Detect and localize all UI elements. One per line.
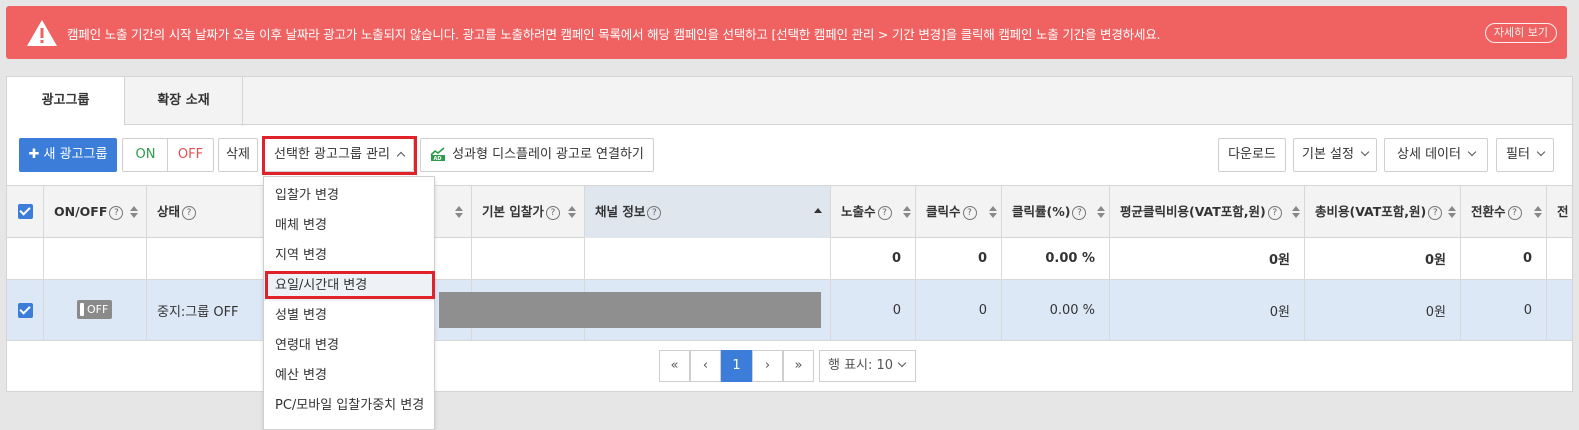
- page-1-button[interactable]: 1: [721, 350, 752, 382]
- chevron-down-icon: [1536, 147, 1546, 157]
- help-icon[interactable]: ?: [182, 205, 197, 220]
- manage-selected-button[interactable]: 선택한 광고그룹 관리: [264, 138, 414, 172]
- help-icon[interactable]: ?: [962, 205, 977, 220]
- menu-item-device-weight[interactable]: PC/모바일 입찰가중치 변경: [264, 391, 434, 421]
- help-icon[interactable]: ?: [1428, 205, 1443, 220]
- col-avg-cpc[interactable]: 평균클릭비용(VAT포함,원)?: [1110, 186, 1305, 238]
- ad-group-panel: 광고그룹 확장 소재 ✚ 새 광고그룹 ON OFF 삭제 선택한 광고그룹 관리…: [6, 76, 1573, 392]
- row-onoff-toggle[interactable]: OFF: [77, 300, 112, 319]
- col-next[interactable]: 전: [1547, 186, 1577, 238]
- col-onoff[interactable]: ON/OFF?: [44, 186, 147, 238]
- filter-dropdown[interactable]: 필터: [1496, 138, 1554, 172]
- help-icon[interactable]: ?: [1507, 205, 1522, 220]
- last-page-button[interactable]: »: [783, 350, 814, 382]
- summary-total-cost: 0원: [1305, 238, 1461, 279]
- row-avg-cpc: 0원: [1110, 280, 1305, 340]
- warning-icon: [27, 20, 57, 46]
- select-all-checkbox[interactable]: [18, 204, 33, 219]
- table-header: ON/OFF? 상태? 기본 입찰가? 채널 정보? 노출수? 클릭수? 클릭률…: [7, 185, 1572, 238]
- summary-row: 0 0 0.00 % 0원 0원 0: [7, 238, 1572, 280]
- col-base-bid[interactable]: 기본 입찰가?: [472, 186, 585, 238]
- menu-item-bid[interactable]: 입찰가 변경: [264, 181, 434, 211]
- sort-asc-icon: [814, 208, 822, 213]
- help-icon[interactable]: ?: [109, 205, 124, 220]
- sort-icon: [130, 206, 138, 218]
- col-ctr[interactable]: 클릭률(%)?: [1002, 186, 1110, 238]
- chevron-down-icon: [1360, 147, 1370, 157]
- col-conversions[interactable]: 전환수?: [1461, 186, 1547, 238]
- summary-ctr: 0.00 %: [1002, 238, 1110, 279]
- sort-icon: [455, 206, 463, 218]
- menu-item-age[interactable]: 연령대 변경: [264, 331, 434, 361]
- sort-icon: [1292, 206, 1300, 218]
- manage-selected-menu: 입찰가 변경 매체 변경 지역 변경 요일/시간대 변경 성별 변경 연령대 변…: [263, 176, 435, 430]
- row-impressions: 0: [831, 280, 916, 340]
- summary-impressions: 0: [831, 238, 916, 279]
- summary-conversions: 0: [1461, 238, 1547, 279]
- tab-extension[interactable]: 확장 소재: [125, 77, 243, 126]
- tab-ad-group[interactable]: 광고그룹: [7, 77, 125, 126]
- row-clicks: 0: [916, 280, 1002, 340]
- help-icon[interactable]: ?: [545, 205, 560, 220]
- row-total-cost: 0원: [1305, 280, 1461, 340]
- svg-text:AD: AD: [434, 156, 442, 161]
- col-impressions[interactable]: 노출수?: [831, 186, 916, 238]
- sort-icon: [1534, 206, 1542, 218]
- row-checkbox[interactable]: [18, 303, 33, 318]
- help-icon[interactable]: ?: [1267, 205, 1282, 220]
- select-all-cell: [7, 186, 44, 238]
- menu-item-region[interactable]: 지역 변경: [264, 241, 434, 271]
- help-icon[interactable]: ?: [877, 205, 892, 220]
- col-channel[interactable]: 채널 정보?: [585, 186, 831, 238]
- redacted-block: [439, 292, 821, 328]
- sort-icon: [568, 206, 576, 218]
- off-button[interactable]: OFF: [167, 138, 214, 172]
- delete-button[interactable]: 삭제: [218, 138, 258, 172]
- menu-item-gender[interactable]: 성별 변경: [264, 301, 434, 331]
- new-ad-group-button[interactable]: ✚ 새 광고그룹: [19, 138, 117, 172]
- first-page-button[interactable]: «: [659, 350, 690, 382]
- col-clicks[interactable]: 클릭수?: [916, 186, 1002, 238]
- table-row[interactable]: OFF 중지:그룹 OFF 0 0 0.00 % 0원 0원 0: [7, 280, 1572, 341]
- menu-item-media[interactable]: 매체 변경: [264, 211, 434, 241]
- row-conversions: 0: [1461, 280, 1547, 340]
- menu-item-schedule[interactable]: 요일/시간대 변경: [264, 271, 434, 301]
- sort-icon: [1097, 206, 1105, 218]
- download-button[interactable]: 다운로드: [1218, 138, 1286, 172]
- details-button[interactable]: 자세히 보기: [1484, 23, 1557, 43]
- sort-icon: [903, 206, 911, 218]
- on-button[interactable]: ON: [122, 138, 168, 172]
- tab-bar: 광고그룹 확장 소재: [7, 77, 1572, 126]
- basic-settings-dropdown[interactable]: 기본 설정: [1293, 138, 1377, 172]
- chevron-down-icon: [897, 358, 907, 368]
- chevron-up-icon: [396, 151, 406, 161]
- warning-banner: 캠페인 노출 기간의 시작 날짜가 오늘 이후 날짜라 광고가 노출되지 않습니…: [6, 6, 1567, 59]
- detail-data-dropdown[interactable]: 상세 데이터: [1384, 138, 1488, 172]
- summary-clicks: 0: [916, 238, 1002, 279]
- prev-page-button[interactable]: ‹: [690, 350, 721, 382]
- row-ctr: 0.00 %: [1002, 280, 1110, 340]
- ad-icon: AD: [430, 146, 446, 162]
- sort-icon: [1448, 206, 1456, 218]
- col-total-cost[interactable]: 총비용(VAT포함,원)?: [1305, 186, 1461, 238]
- help-icon[interactable]: ?: [647, 205, 662, 220]
- link-display-button[interactable]: AD 성과형 디스플레이 광고로 연결하기: [420, 138, 654, 172]
- chevron-down-icon: [1467, 147, 1477, 157]
- plus-icon: ✚: [28, 147, 40, 162]
- menu-item-budget[interactable]: 예산 변경: [264, 361, 434, 391]
- summary-avg-cpc: 0원: [1110, 238, 1305, 279]
- help-icon[interactable]: ?: [1072, 205, 1087, 220]
- next-page-button[interactable]: ›: [752, 350, 783, 382]
- rows-per-page-select[interactable]: 행 표시: 10: [819, 350, 916, 382]
- warning-message: 캠페인 노출 기간의 시작 날짜가 오늘 이후 날짜라 광고가 노출되지 않습니…: [67, 27, 1161, 42]
- sort-icon: [989, 206, 997, 218]
